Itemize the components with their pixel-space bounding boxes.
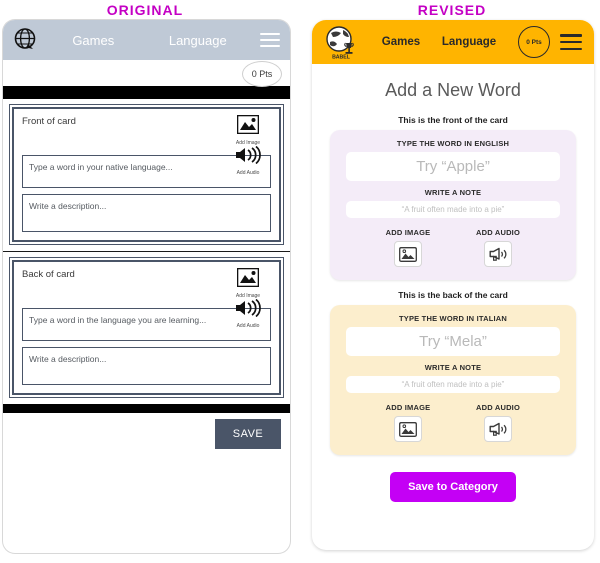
page-title: Add a New Word bbox=[385, 80, 521, 100]
revised-navbar: BABEL Games Language 0 Pts bbox=[312, 20, 594, 64]
original-back-card-wrap: Back of card Add Image Add Audio Type a … bbox=[3, 252, 290, 404]
original-navbar: Games Language bbox=[3, 20, 290, 60]
revised-back-card: TYPE THE WORD IN ITALIAN Try “Mela” WRIT… bbox=[330, 305, 576, 455]
svg-text:BABEL: BABEL bbox=[332, 55, 351, 60]
revised-front-media-row: ADD IMAGE ADD AUDIO bbox=[346, 228, 560, 267]
revised-back-media-row: ADD IMAGE ADD AUDIO bbox=[346, 403, 560, 442]
original-body: Front of card Add Image Add Audio Type a… bbox=[3, 99, 290, 404]
hamburger-icon[interactable] bbox=[260, 33, 280, 47]
revised-front-section-label: This is the front of the card bbox=[398, 115, 508, 125]
revised-back-note-input[interactable]: “A fruit often made into a pie” bbox=[346, 376, 560, 393]
revised-front-add-audio: ADD AUDIO bbox=[465, 228, 531, 267]
original-back-card: Back of card Add Image Add Audio Type a … bbox=[9, 257, 284, 398]
original-mockup-panel: Games Language 0 Pts Front of card Add I… bbox=[3, 20, 290, 553]
original-front-card: Front of card Add Image Add Audio Type a… bbox=[9, 104, 284, 245]
revised-front-add-audio-label: ADD AUDIO bbox=[475, 228, 521, 237]
revised-back-word-input[interactable]: Try “Mela” bbox=[346, 327, 560, 356]
original-points-bar: 0 Pts bbox=[3, 60, 290, 87]
original-back-description-input[interactable]: Write a description... bbox=[22, 347, 271, 385]
revised-back-add-audio: ADD AUDIO bbox=[465, 403, 531, 442]
audio-icon[interactable] bbox=[235, 145, 262, 168]
caption-original: ORIGINAL bbox=[106, 2, 184, 18]
image-icon[interactable] bbox=[394, 416, 422, 442]
audio-icon[interactable] bbox=[484, 416, 512, 442]
original-save-bar: SAVE bbox=[3, 413, 290, 456]
revised-front-word-label: TYPE THE WORD IN ENGLISH bbox=[396, 139, 510, 148]
revised-back-section-label: This is the back of the card bbox=[398, 290, 508, 300]
revised-back-word-label: TYPE THE WORD IN ITALIAN bbox=[399, 314, 507, 323]
revised-front-word-input[interactable]: Try “Apple” bbox=[346, 152, 560, 181]
hamburger-icon[interactable] bbox=[560, 34, 582, 50]
decorative-band-top bbox=[3, 86, 290, 99]
revised-nav-games[interactable]: Games bbox=[382, 36, 420, 48]
revised-front-note-input[interactable]: “A fruit often made into a pie” bbox=[346, 201, 560, 218]
audio-icon[interactable] bbox=[235, 298, 262, 321]
save-button[interactable]: SAVE bbox=[215, 419, 281, 449]
image-icon[interactable] bbox=[236, 114, 260, 138]
image-icon[interactable] bbox=[394, 241, 422, 267]
image-icon[interactable] bbox=[236, 267, 260, 291]
revised-front-card: TYPE THE WORD IN ENGLISH Try “Apple” WRI… bbox=[330, 130, 576, 280]
decorative-band-bottom bbox=[3, 404, 290, 413]
original-nav-links: Games Language bbox=[39, 33, 260, 48]
globe-icon[interactable] bbox=[13, 27, 39, 53]
revised-back-note-label: WRITE A NOTE bbox=[424, 363, 482, 372]
revised-front-add-image: ADD IMAGE bbox=[375, 228, 441, 267]
original-nav-language[interactable]: Language bbox=[169, 33, 227, 48]
original-nav-games[interactable]: Games bbox=[72, 33, 114, 48]
original-back-add-audio-label: Add Audio bbox=[236, 323, 260, 329]
original-front-media: Add Image Add Audio bbox=[225, 114, 271, 176]
caption-revised: REVISED bbox=[417, 2, 487, 18]
points-badge[interactable]: 0 Pts bbox=[242, 61, 282, 87]
revised-mockup-panel: BABEL Games Language 0 Pts Add a New Wor… bbox=[312, 20, 594, 550]
revised-back-add-audio-label: ADD AUDIO bbox=[475, 403, 521, 412]
revised-save-wrap: Save to Category bbox=[312, 472, 594, 502]
revised-front-note-label: WRITE A NOTE bbox=[424, 188, 482, 197]
audio-icon[interactable] bbox=[484, 241, 512, 267]
revised-nav-links: Games Language bbox=[360, 36, 518, 48]
revised-nav-language[interactable]: Language bbox=[442, 36, 496, 48]
save-to-category-button[interactable]: Save to Category bbox=[390, 472, 516, 502]
original-front-description-input[interactable]: Write a description... bbox=[22, 194, 271, 232]
original-front-card-wrap: Front of card Add Image Add Audio Type a… bbox=[3, 99, 290, 251]
babel-logo-icon[interactable]: BABEL bbox=[324, 24, 360, 61]
original-back-media: Add Image Add Audio bbox=[225, 267, 271, 329]
revised-back-add-image-label: ADD IMAGE bbox=[385, 403, 431, 412]
original-front-add-audio-label: Add Audio bbox=[236, 170, 260, 176]
points-badge[interactable]: 0 Pts bbox=[518, 26, 550, 58]
revised-front-add-image-label: ADD IMAGE bbox=[385, 228, 431, 237]
revised-back-add-image: ADD IMAGE bbox=[375, 403, 441, 442]
